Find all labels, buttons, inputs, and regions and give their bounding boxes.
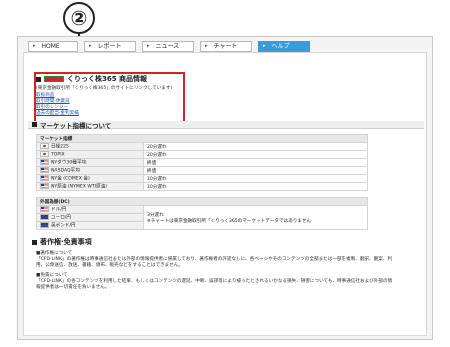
arrow-icon: ▸	[89, 43, 92, 49]
copyright-heading: 著作権·免責事項	[32, 237, 424, 247]
tab-home[interactable]: ▸ HOME	[28, 41, 78, 52]
table-row: 日経225 20分遅れ	[36, 142, 368, 151]
bullet-square-icon	[32, 239, 37, 245]
copyright-text: 「CFD-LINK」の著作権は時事通信社または外部の情報提供者に帰属しており、著…	[36, 257, 393, 268]
tab-news[interactable]: ▸ ニュース	[142, 41, 194, 52]
us-flag-icon	[40, 183, 49, 190]
arrow-icon: ▸	[147, 43, 150, 49]
bullet-square-icon	[36, 76, 41, 82]
product-title: くりっく株365 商品情報	[67, 75, 148, 83]
market-section-bar: マーケット指標について	[28, 121, 424, 130]
fx-table-header: 外国為替(DC)	[36, 197, 368, 206]
table-row: NY原油 (NYMEX WTI原油) 10分遅れ	[36, 182, 368, 191]
product-link[interactable]: 過去の配当·金利実績	[36, 111, 424, 117]
tab-help[interactable]: ▸ ヘルプ	[258, 41, 310, 52]
market-table-header: マーケット指標	[36, 134, 368, 143]
main-nav: ▸ HOME ▸ レポート ▸ ニュース ▸ チャート ▸ ヘルプ	[28, 41, 310, 53]
product-info-section: くりっく株365 商品情報 (東京金融取引所「くりっく株365」のサイトにリンク…	[28, 74, 424, 117]
table-row: TOPIX 20分遅れ	[36, 150, 368, 159]
market-title: マーケット指標について	[40, 121, 112, 130]
table-row: NYダウ30種平均 終値	[36, 158, 368, 167]
product-note: (東京金融取引所「くりっく株365」のサイトにリンクしています)	[36, 86, 173, 91]
table-row: NASDAQ平均 終値	[36, 166, 368, 175]
us-flag-icon	[40, 167, 49, 174]
callout-number: ②	[63, 2, 95, 34]
eu-flag-icon	[40, 214, 49, 221]
arrow-icon: ▸	[263, 43, 266, 49]
japan-flag-icon	[40, 143, 49, 150]
disclaimer-text: 「CFD-LINK」の各コンテンツを利用した結果、もしくはコンテンツの遅延、中断…	[36, 279, 393, 290]
us-flag-icon	[40, 159, 49, 166]
table-row: NY金 (COMEX 金) 10分遅れ	[36, 174, 368, 183]
fx-note: ※チャートは東京金融取引所「くりっく365のマーケットデータではありません	[147, 218, 312, 224]
japan-flag-icon	[40, 151, 49, 158]
kurikku-logo-icon	[44, 76, 64, 82]
arrow-icon: ▸	[33, 43, 36, 49]
us-flag-icon	[40, 175, 49, 182]
us-flag-icon	[40, 206, 49, 213]
tab-chart[interactable]: ▸ チャート	[200, 41, 252, 52]
tab-report[interactable]: ▸ レポート	[84, 41, 136, 52]
market-table: マーケット指標 日経225 20分遅れ TOPIX 20分遅れ NYダウ30種平均終…	[36, 134, 368, 191]
fx-table: 外国為替(DC) ドル/円 3分遅れ ※チャートは東京金融取引所「くりっく365…	[36, 197, 368, 230]
main-content: くりっく株365 商品情報 (東京金融取引所「くりっく株365」のサイトにリンク…	[28, 70, 424, 291]
table-row: ドル/円 3分遅れ ※チャートは東京金融取引所「くりっく365のマーケットデータ…	[36, 205, 368, 230]
uk-flag-icon	[40, 222, 49, 229]
arrow-icon: ▸	[205, 43, 208, 49]
bullet-square-icon	[32, 122, 37, 127]
